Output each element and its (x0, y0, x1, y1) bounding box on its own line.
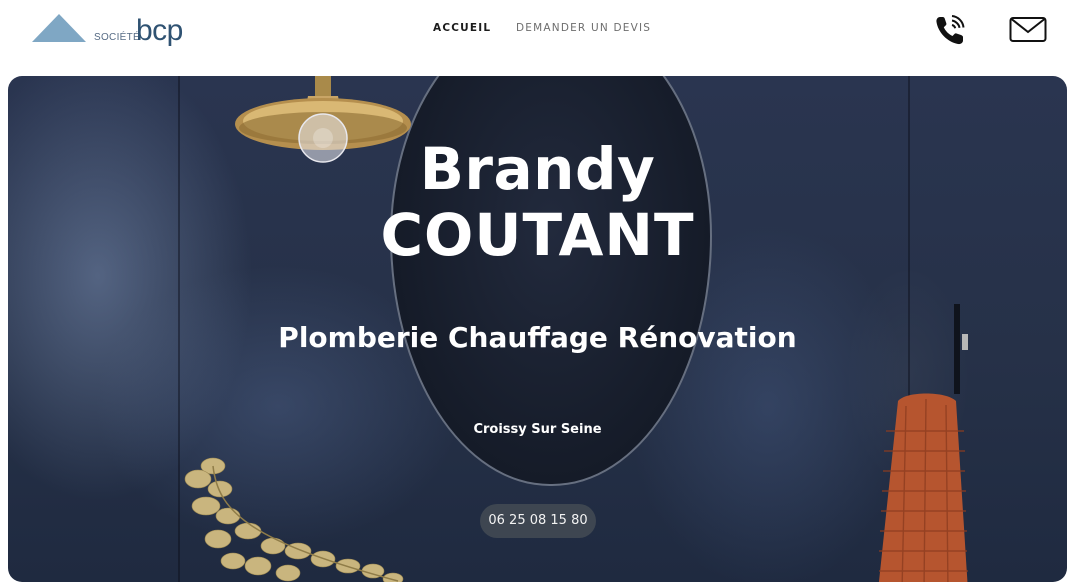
location-label: Croissy Sur Seine (473, 422, 602, 437)
owner-last-name: COUTANT (380, 201, 695, 269)
dried-plant-image (184, 457, 404, 582)
site-header: SOCIÉTÉ bcp ACCUEIL DEMANDER UN DEVIS (0, 0, 1080, 70)
phone-number-button[interactable]: 06 25 08 15 80 (480, 504, 596, 538)
nav-home-link[interactable]: ACCUEIL (433, 22, 491, 34)
phone-icon[interactable] (933, 13, 967, 47)
services-subtitle: Plomberie Chauffage Rénovation (278, 321, 797, 354)
mail-icon[interactable] (1009, 16, 1047, 44)
hero-banner: Brandy COUTANT Plomberie Chauffage Rénov… (8, 76, 1067, 582)
towel-image (878, 393, 968, 582)
main-nav: ACCUEIL DEMANDER UN DEVIS (0, 22, 1080, 38)
nav-quote-link[interactable]: DEMANDER UN DEVIS (516, 22, 651, 34)
owner-first-name: Brandy (419, 135, 656, 203)
